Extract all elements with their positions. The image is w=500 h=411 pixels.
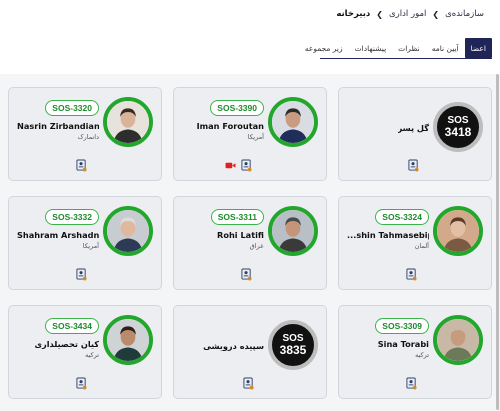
member-card[interactable]: SOS-3320 Nasrin Zirbandian دانمارک [8, 87, 162, 181]
tab-regulations[interactable]: آیین نامه [426, 38, 465, 58]
avatar-photo [107, 319, 149, 361]
profile-document-icon[interactable] [241, 268, 252, 281]
profile-document-icon[interactable] [243, 377, 254, 390]
tab-bar: اعضا آیین نامه نظرات پیشنهادات زیر مجموع… [299, 38, 492, 58]
sos-id-badge[interactable]: SOS-3311 [210, 209, 264, 225]
member-info: SOS-3390 Iman Foroutan آمریکا [182, 100, 264, 141]
member-name: Iman Foroutan [196, 121, 264, 131]
profile-document-icon[interactable] [406, 377, 417, 390]
sos-id-badge[interactable]: SOS-3390 [210, 100, 264, 116]
avatar-photo [272, 101, 314, 143]
member-card[interactable]: SOS-3324 ...shin Tahmasebipour آلمان [338, 196, 492, 290]
member-name: کیان تحصیلداری [34, 339, 100, 349]
sos-id-badge[interactable]: SOS-3434 [45, 318, 99, 334]
avatar[interactable] [103, 206, 153, 256]
card-actions [243, 377, 254, 390]
avatar[interactable] [103, 315, 153, 365]
member-country: ترکیه [415, 351, 429, 359]
breadcrumb-item-organization[interactable]: سازمانده‌ی [445, 9, 484, 19]
sos-number: 3835 [279, 342, 307, 357]
sos-id-badge[interactable]: SOS-3309 [375, 318, 429, 334]
member-card[interactable]: SOS-3434 کیان تحصیلداری ترکیه [8, 305, 162, 399]
member-country: آلمان [414, 242, 429, 250]
sos-avatar[interactable]: SOS 3835 [268, 320, 318, 370]
sos-label: SOS [282, 332, 304, 344]
member-card[interactable]: SOS 3418 گل پسر [338, 87, 492, 181]
member-info: SOS-3309 Sina Torabi ترکیه [347, 318, 429, 359]
vertical-scrollbar[interactable] [496, 74, 499, 410]
avatar[interactable] [103, 97, 153, 147]
tab-suggestions[interactable]: پیشنهادات [349, 38, 393, 58]
member-name: گل پسر [397, 123, 429, 133]
card-actions [76, 268, 87, 281]
profile-document-icon[interactable] [406, 268, 417, 281]
profile-document-icon[interactable] [76, 268, 87, 281]
tab-comments[interactable]: نظرات [392, 38, 426, 58]
member-name: ...shin Tahmasebipour [347, 230, 429, 240]
avatar-photo [107, 210, 149, 252]
avatar-photo [437, 210, 479, 252]
member-name: Rohi Latifi [217, 230, 264, 240]
avatar[interactable] [433, 206, 483, 256]
profile-document-icon[interactable] [76, 159, 87, 172]
chevron-left-icon: ❮ [376, 9, 383, 19]
card-actions [225, 159, 252, 172]
avatar-photo [272, 210, 314, 252]
member-info: SOS-3434 کیان تحصیلداری ترکیه [17, 318, 99, 359]
avatar-photo [107, 101, 149, 143]
sos-label: SOS [447, 114, 469, 126]
chevron-left-icon: ❮ [432, 9, 440, 19]
avatar[interactable] [433, 315, 483, 365]
member-info: گل پسر [347, 105, 429, 133]
member-country: ترکیه [85, 351, 99, 359]
profile-document-icon[interactable] [76, 377, 87, 390]
member-card[interactable]: SOS-3390 Iman Foroutan آمریکا [173, 87, 327, 181]
member-country: آمریکا [247, 133, 264, 141]
avatar-photo [437, 319, 479, 361]
card-actions [76, 377, 87, 390]
member-card[interactable]: SOS-3332 Shahram Arshadnejad آمریکا [8, 196, 162, 290]
breadcrumb: سازمانده‌ی ❮ امور اداری ❮ دبیرخانه [336, 6, 484, 22]
card-actions [406, 377, 417, 390]
member-info: SOS-3324 ...shin Tahmasebipour آلمان [347, 209, 429, 250]
member-name: سپیده درویشی [203, 341, 264, 351]
sos-number: 3418 [444, 124, 472, 139]
member-info: SOS-3320 Nasrin Zirbandian دانمارک [17, 100, 99, 141]
member-country: دانمارک [77, 133, 99, 141]
card-actions [241, 268, 252, 281]
member-card[interactable]: SOS-3309 Sina Torabi ترکیه [338, 305, 492, 399]
member-country: آمریکا [82, 242, 99, 250]
sos-id-badge[interactable]: SOS-3332 [45, 209, 99, 225]
sos-id-badge[interactable]: SOS-3320 [45, 100, 99, 116]
profile-document-icon[interactable] [241, 159, 252, 172]
breadcrumb-item-secretariat: دبیرخانه [336, 9, 371, 19]
member-card[interactable]: SOS-3311 Rohi Latifi عراق [173, 196, 327, 290]
member-info: سپیده درویشی [182, 323, 264, 351]
breadcrumb-item-admin[interactable]: امور اداری [389, 9, 426, 19]
member-name: Sina Torabi [377, 339, 429, 349]
sos-avatar[interactable]: SOS 3418 [433, 102, 483, 152]
video-call-icon[interactable] [225, 161, 236, 170]
member-info: SOS-3332 Shahram Arshadnejad آمریکا [17, 209, 99, 250]
member-name: Shahram Arshadnejad [17, 230, 99, 240]
card-actions [406, 268, 417, 281]
sos-id-badge[interactable]: SOS-3324 [375, 209, 429, 225]
tab-divider [320, 58, 492, 59]
card-actions [408, 159, 419, 172]
profile-document-icon[interactable] [408, 159, 419, 172]
members-panel: SOS 3418 گل پسر SOS-3390 Iman Foroutan آمریکا… [0, 74, 500, 411]
tab-members[interactable]: اعضا [464, 38, 492, 58]
member-country: عراق [249, 242, 264, 250]
member-card[interactable]: SOS 3835 سپیده درویشی [173, 305, 327, 399]
member-info: SOS-3311 Rohi Latifi عراق [182, 209, 264, 250]
card-actions [76, 159, 87, 172]
member-name: Nasrin Zirbandian [17, 121, 99, 131]
avatar[interactable] [268, 206, 318, 256]
tab-subgroups[interactable]: زیر مجموعه [299, 38, 349, 58]
avatar[interactable] [268, 97, 318, 147]
